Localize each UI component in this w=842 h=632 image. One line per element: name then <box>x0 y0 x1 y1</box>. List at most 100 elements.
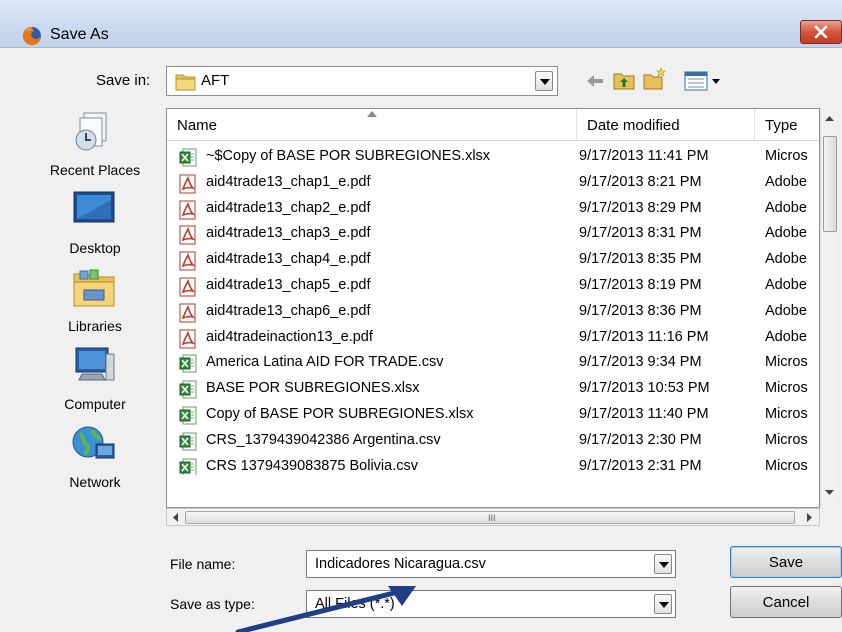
horizontal-scroll-thumb[interactable]: III <box>185 511 795 524</box>
save-in-dropdown-button[interactable] <box>535 71 553 91</box>
save-in-label: Save in: <box>96 72 151 89</box>
file-type: Micros <box>765 406 808 422</box>
file-rows: ~$Copy of BASE POR SUBREGIONES.xlsx 9/17/… <box>167 145 819 475</box>
file-row[interactable]: aid4trade13_chap3_e.pdf 9/17/2013 8:31 PM… <box>167 222 819 247</box>
place-label: Desktop <box>69 240 121 256</box>
file-row[interactable]: ~$Copy of BASE POR SUBREGIONES.xlsx 9/17/… <box>167 145 819 170</box>
place-label: Recent Places <box>49 162 141 178</box>
column-header-name[interactable]: Name <box>167 109 577 141</box>
file-date-modified: 9/17/2013 8:19 PM <box>579 277 702 293</box>
place-label: Computer <box>64 396 126 412</box>
annotation-arrow-icon <box>235 586 416 632</box>
back-arrow-icon[interactable] <box>584 70 606 92</box>
file-row[interactable]: Copy of BASE POR SUBREGIONES.xlsx 9/17/20… <box>167 403 819 428</box>
file-name: CRS 1379439083875 Bolivia.csv <box>206 457 418 474</box>
column-header-type[interactable]: Type <box>755 109 819 141</box>
file-row[interactable]: CRS 1379439083875 Bolivia.csv 9/17/2013 2… <box>167 455 819 475</box>
cancel-button[interactable]: Cancel <box>730 586 842 618</box>
file-type: Adobe <box>765 225 807 242</box>
file-name: BASE POR SUBREGIONES.xlsx <box>206 380 420 397</box>
scroll-down-icon[interactable] <box>825 490 834 495</box>
file-name: ~$Copy of BASE POR SUBREGIONES.xlsx <box>206 148 491 164</box>
save-as-type-dropdown-button[interactable] <box>654 594 672 614</box>
place-network[interactable]: Network <box>30 422 160 498</box>
horizontal-scrollbar[interactable]: III <box>166 508 820 526</box>
scroll-left-icon[interactable] <box>173 513 178 522</box>
column-header-label: Name <box>177 117 218 134</box>
file-name: CRS_1379439042386 Argentina.csv <box>206 431 441 448</box>
file-type: Micros <box>765 354 808 371</box>
views-menu-icon[interactable] <box>684 70 724 92</box>
file-row[interactable]: aid4tradeinaction13_e.pdf 9/17/2013 11:16… <box>167 326 819 351</box>
scroll-up-icon[interactable] <box>825 116 834 121</box>
file-date-modified: 9/17/2013 2:31 PM <box>579 457 702 474</box>
file-row[interactable]: aid4trade13_chap4_e.pdf 9/17/2013 8:35 PM… <box>167 248 819 273</box>
file-row[interactable]: aid4trade13_chap6_e.pdf 9/17/2013 8:36 PM… <box>167 300 819 325</box>
file-row[interactable]: CRS_1379439042386 Argentina.csv 9/17/2013… <box>167 429 819 454</box>
vertical-scroll-thumb[interactable] <box>823 136 837 232</box>
file-name: aid4trade13_chap1_e.pdf <box>206 173 371 190</box>
excel-file-icon <box>179 380 197 399</box>
column-header-label: Type <box>765 117 798 134</box>
file-row[interactable]: aid4trade13_chap5_e.pdf 9/17/2013 8:19 PM… <box>167 274 819 299</box>
file-date-modified: 9/17/2013 10:53 PM <box>579 380 710 397</box>
save-in-combobox[interactable]: AFT <box>166 66 558 96</box>
firefox-icon <box>23 27 41 45</box>
file-row[interactable]: aid4trade13_chap1_e.pdf 9/17/2013 8:21 PM… <box>167 171 819 196</box>
column-header-label: Date modified <box>587 117 680 134</box>
place-recent-places[interactable]: Recent Places <box>30 110 160 186</box>
file-row[interactable]: BASE POR SUBREGIONES.xlsx 9/17/2013 10:53… <box>167 377 819 402</box>
file-name-input[interactable] <box>306 550 676 578</box>
pdf-file-icon <box>179 174 196 194</box>
file-type: Adobe <box>765 251 807 268</box>
file-type: Micros <box>765 148 808 164</box>
file-date-modified: 9/17/2013 2:30 PM <box>579 431 702 448</box>
vertical-scrollbar[interactable] <box>820 108 838 508</box>
excel-file-icon <box>179 148 197 167</box>
libraries-icon <box>73 269 115 307</box>
pdf-file-icon <box>179 303 196 323</box>
file-date-modified: 9/17/2013 8:31 PM <box>579 225 702 242</box>
file-date-modified: 9/17/2013 8:35 PM <box>579 251 702 268</box>
place-libraries[interactable]: Libraries <box>30 266 160 342</box>
computer-icon <box>75 347 115 381</box>
file-date-modified: 9/17/2013 11:16 PM <box>579 328 709 345</box>
file-type: Adobe <box>765 277 807 293</box>
file-row[interactable]: aid4trade13_chap2_e.pdf 9/17/2013 8:29 PM… <box>167 197 819 222</box>
network-icon <box>72 426 115 459</box>
close-button[interactable] <box>800 20 842 44</box>
title-bar[interactable]: Save As <box>0 0 842 48</box>
file-type: Adobe <box>765 173 807 190</box>
file-name: aid4trade13_chap4_e.pdf <box>206 251 371 268</box>
pdf-file-icon <box>179 251 196 271</box>
file-row[interactable]: America Latina AID FOR TRADE.csv 9/17/201… <box>167 351 819 376</box>
file-type: Micros <box>765 380 808 397</box>
file-date-modified: 9/17/2013 11:40 PM <box>579 406 709 422</box>
save-button[interactable]: Save <box>730 546 842 578</box>
recent-places-icon <box>75 112 107 151</box>
column-header-date-modified[interactable]: Date modified <box>577 109 755 141</box>
close-icon <box>814 25 828 39</box>
file-list-header: Name Date modified Type <box>167 109 819 141</box>
file-list[interactable]: Name Date modified Type ~$Copy of BASE P… <box>166 108 820 508</box>
save-as-dialog: Save As Save in: AFT Recent Places Deskt… <box>0 0 842 632</box>
scroll-grip: III <box>488 513 496 523</box>
current-folder-name: AFT <box>201 72 230 89</box>
place-label: Network <box>69 474 121 490</box>
places-bar: Recent Places Desktop Libraries Computer… <box>30 110 158 500</box>
file-date-modified: 9/17/2013 11:41 PM <box>579 148 709 164</box>
excel-file-icon <box>179 458 197 475</box>
scroll-right-icon[interactable] <box>807 513 812 522</box>
place-computer[interactable]: Computer <box>30 344 160 420</box>
file-name: aid4tradeinaction13_e.pdf <box>206 328 373 345</box>
sort-ascending-icon <box>367 111 377 117</box>
file-date-modified: 9/17/2013 8:36 PM <box>579 302 702 319</box>
place-desktop[interactable]: Desktop <box>30 188 160 264</box>
chevron-down-icon <box>540 79 550 85</box>
file-name: Copy of BASE POR SUBREGIONES.xlsx <box>206 406 474 422</box>
new-folder-icon[interactable] <box>642 66 668 92</box>
up-folder-icon[interactable] <box>612 68 636 92</box>
pdf-file-icon <box>179 329 196 349</box>
excel-file-icon <box>179 406 197 425</box>
file-name-dropdown-button[interactable] <box>654 554 672 574</box>
